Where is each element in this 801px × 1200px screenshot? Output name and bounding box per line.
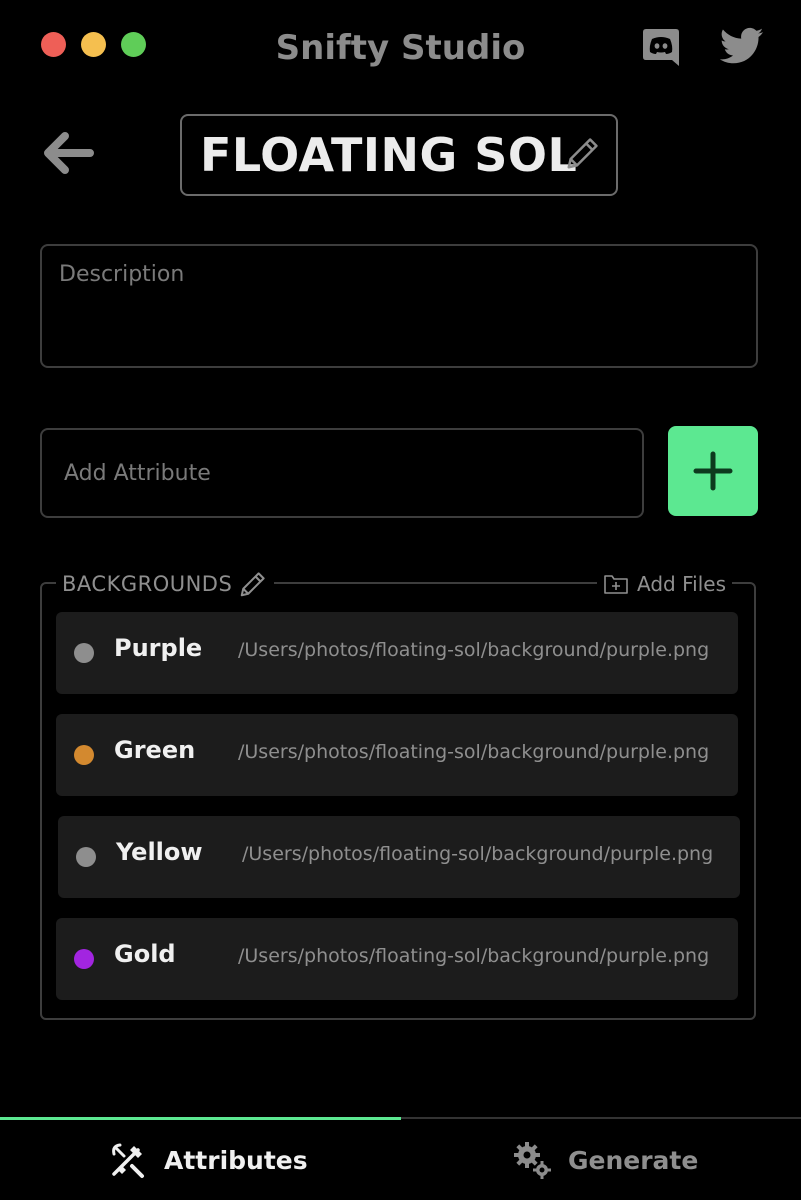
trait-file-path: /Users/photos/floating-sol/background/pu…: [238, 639, 710, 661]
tools-icon: [112, 1143, 144, 1178]
trait-name: Green: [114, 736, 196, 764]
trait-item[interactable]: Gold /Users/photos/floating-sol/backgrou…: [56, 918, 738, 1000]
folder-plus-icon: [604, 575, 628, 594]
trait-item[interactable]: Yellow /Users/photos/floating-sol/backgr…: [58, 816, 740, 898]
collection-name: FLOATING SOL: [200, 128, 578, 182]
plus-icon: [693, 451, 733, 491]
attribute-group: BACKGROUNDS Add Files Purple /Users/phot…: [40, 568, 756, 1020]
pencil-icon[interactable]: [564, 134, 602, 172]
twitter-icon[interactable]: [720, 27, 764, 65]
tab-attributes[interactable]: Attributes: [108, 1120, 308, 1200]
attribute-name: BACKGROUNDS: [62, 572, 233, 596]
progress-bar: [0, 1117, 801, 1120]
trait-color-dot: [74, 949, 94, 969]
trait-file-path: /Users/photos/floating-sol/background/pu…: [238, 945, 710, 967]
app-title: Snifty Studio: [275, 28, 526, 68]
gears-icon: [514, 1142, 551, 1179]
trait-name: Purple: [114, 634, 203, 662]
add-files-label: Add Files: [637, 572, 726, 596]
pencil-icon[interactable]: [238, 569, 268, 599]
description-field[interactable]: [40, 244, 758, 368]
trait-item[interactable]: Green /Users/photos/floating-sol/backgro…: [56, 714, 738, 796]
tab-label: Generate: [568, 1145, 699, 1175]
discord-icon[interactable]: [642, 27, 680, 67]
back-arrow-icon[interactable]: [40, 130, 94, 176]
attribute-group-header: BACKGROUNDS: [56, 568, 275, 600]
trait-color-dot: [74, 643, 94, 663]
trait-color-dot: [76, 847, 96, 867]
add-files-button[interactable]: Add Files: [597, 568, 732, 600]
trait-name: Gold: [114, 940, 176, 968]
tab-label: Attributes: [164, 1145, 308, 1175]
collection-name-box[interactable]: FLOATING SOL: [180, 114, 618, 196]
trait-color-dot: [74, 745, 94, 765]
trait-file-path: /Users/photos/floating-sol/background/pu…: [242, 843, 714, 865]
tab-generate[interactable]: Generate: [512, 1120, 698, 1200]
add-attribute-input[interactable]: [40, 428, 644, 518]
add-attribute-button[interactable]: [668, 426, 758, 516]
trait-file-path: /Users/photos/floating-sol/background/pu…: [238, 741, 710, 763]
trait-item[interactable]: Purple /Users/photos/floating-sol/backgr…: [56, 612, 738, 694]
trait-name: Yellow: [116, 838, 203, 866]
